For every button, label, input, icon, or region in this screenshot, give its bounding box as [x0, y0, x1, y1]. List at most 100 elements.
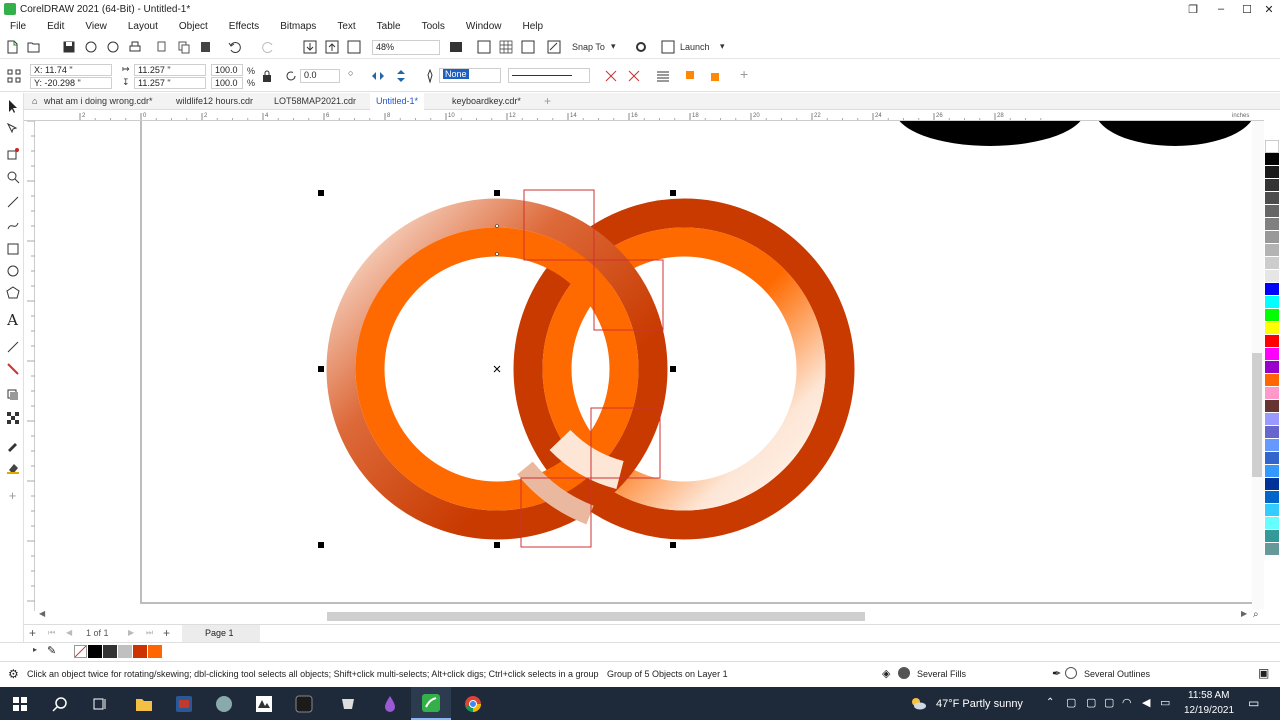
color-swatch[interactable] — [1265, 400, 1279, 413]
search-icon[interactable] — [40, 687, 80, 720]
zoom-level-select[interactable]: 48% — [372, 40, 440, 55]
rectangle-tool-icon[interactable] — [4, 240, 21, 257]
color-swatch[interactable] — [1265, 205, 1279, 218]
next-page-icon[interactable]: ▶ — [128, 628, 134, 637]
restore-icon[interactable]: ❐ — [1180, 0, 1206, 18]
volume-icon[interactable]: ◀ — [1142, 696, 1150, 709]
color-swatch[interactable] — [1265, 387, 1279, 400]
line-style-select[interactable] — [508, 68, 590, 83]
drawing-canvas[interactable] — [35, 121, 1252, 609]
color-swatch[interactable] — [1265, 153, 1279, 166]
launch-label[interactable]: Launch — [680, 42, 710, 52]
palette-menu-icon[interactable]: ▸ — [33, 645, 37, 654]
color-management-icon[interactable]: ▣ — [1258, 666, 1269, 680]
scroll-right-icon[interactable]: ▶ — [1241, 609, 1247, 618]
page-tab[interactable]: Page 1 — [182, 625, 260, 642]
color-swatch[interactable] — [1265, 439, 1279, 452]
copy-icon[interactable] — [176, 39, 192, 55]
task-view-icon[interactable] — [80, 687, 120, 720]
object-origin-icon[interactable] — [4, 66, 24, 86]
color-swatch[interactable] — [1265, 530, 1279, 543]
shape-tool-icon[interactable] — [4, 120, 21, 137]
black-shape[interactable] — [895, 121, 1085, 146]
tray-icon[interactable]: ▢ — [1104, 696, 1114, 709]
tray-icon[interactable]: ▢ — [1066, 696, 1076, 709]
print-icon[interactable] — [127, 39, 143, 55]
rotation-angle-field[interactable]: 0.0 — [300, 69, 340, 83]
add-icon[interactable]: + — [740, 66, 748, 82]
new-document-icon[interactable] — [4, 39, 20, 55]
object-width-field[interactable]: 11.257 " — [134, 64, 206, 76]
zoom-to-fit-icon[interactable]: ⌕ — [1253, 609, 1259, 620]
add-page-icon[interactable]: + — [163, 626, 170, 640]
crop-tool-icon[interactable] — [4, 145, 21, 162]
intersect-icon[interactable] — [603, 68, 619, 84]
network-icon[interactable]: ◠ — [1122, 696, 1132, 709]
new-tab-icon[interactable]: + — [538, 93, 557, 110]
notifications-icon[interactable]: ▭ — [1248, 696, 1259, 710]
weather-icon[interactable] — [910, 696, 926, 710]
cloud-upload-icon[interactable] — [105, 39, 121, 55]
color-swatch[interactable] — [1265, 257, 1279, 270]
menu-help[interactable]: Help — [513, 21, 555, 32]
cut-icon[interactable] — [154, 39, 170, 55]
close-button[interactable]: ✕ — [1256, 0, 1280, 18]
color-swatch[interactable] — [1265, 413, 1279, 426]
document-color-swatch[interactable] — [118, 645, 132, 658]
chevron-down-icon[interactable]: ▾ — [720, 41, 725, 52]
ellipse-tool-icon[interactable] — [4, 262, 21, 279]
simplify-icon[interactable] — [626, 68, 642, 84]
document-color-swatch[interactable] — [148, 645, 162, 658]
color-swatch[interactable] — [1265, 192, 1279, 205]
app-taskbar-icon[interactable] — [328, 687, 368, 720]
color-swatch[interactable] — [1265, 465, 1279, 478]
to-back-icon[interactable] — [706, 68, 722, 84]
first-page-icon[interactable]: ⏮ — [48, 628, 55, 638]
color-swatch[interactable] — [1265, 361, 1279, 374]
artistic-media-icon[interactable] — [4, 217, 21, 234]
color-swatch[interactable] — [1265, 283, 1279, 296]
tab-document[interactable]: keyboardkey.cdr* — [446, 93, 527, 110]
import-icon[interactable] — [302, 39, 318, 55]
show-grid-icon[interactable] — [498, 39, 514, 55]
windows-start-icon[interactable] — [0, 687, 40, 720]
open-icon[interactable] — [26, 39, 42, 55]
clock-time[interactable]: 11:58 AM — [1188, 690, 1230, 701]
menu-edit[interactable]: Edit — [37, 21, 75, 32]
menu-object[interactable]: Object — [169, 21, 219, 32]
document-color-swatch[interactable] — [103, 645, 117, 658]
vertical-scrollbar[interactable] — [1252, 121, 1264, 609]
color-swatch[interactable] — [1265, 309, 1279, 322]
color-swatch[interactable] — [1265, 296, 1279, 309]
chrome-icon[interactable] — [453, 687, 493, 720]
drop-shadow-icon[interactable] — [4, 386, 21, 403]
color-swatch[interactable] — [1265, 517, 1279, 530]
to-front-icon[interactable] — [683, 68, 699, 84]
polygon-tool-icon[interactable] — [4, 284, 21, 301]
show-rulers-icon[interactable] — [476, 39, 492, 55]
object-height-field[interactable]: 11.257 " — [134, 77, 206, 89]
outline-pen-icon[interactable] — [422, 68, 438, 84]
chevron-up-icon[interactable]: ⌃ — [1046, 697, 1054, 708]
connector-tool-icon[interactable] — [4, 360, 21, 377]
mirror-horizontal-icon[interactable] — [370, 68, 386, 84]
lock-ratio-icon[interactable] — [259, 68, 275, 84]
last-page-icon[interactable]: ⏭ — [146, 628, 153, 638]
outline-swatch-icon[interactable] — [1065, 667, 1077, 679]
undo-icon[interactable] — [226, 39, 242, 55]
app-taskbar-icon[interactable] — [204, 687, 244, 720]
app-taskbar-icon[interactable] — [370, 687, 410, 720]
color-swatch[interactable] — [1265, 218, 1279, 231]
transparency-icon[interactable] — [4, 409, 21, 426]
zoom-tool-icon[interactable] — [4, 168, 21, 185]
snap-to-icon[interactable] — [546, 39, 562, 55]
menu-text[interactable]: Text — [327, 21, 366, 32]
menu-layout[interactable]: Layout — [118, 21, 169, 32]
pick-tool-icon[interactable] — [4, 97, 21, 114]
gear-icon[interactable] — [633, 39, 649, 55]
cloud-download-icon[interactable] — [83, 39, 99, 55]
color-swatch[interactable] — [1265, 231, 1279, 244]
color-swatch[interactable] — [1265, 244, 1279, 257]
parallel-dimension-icon[interactable] — [4, 338, 21, 355]
paste-icon[interactable] — [198, 39, 214, 55]
